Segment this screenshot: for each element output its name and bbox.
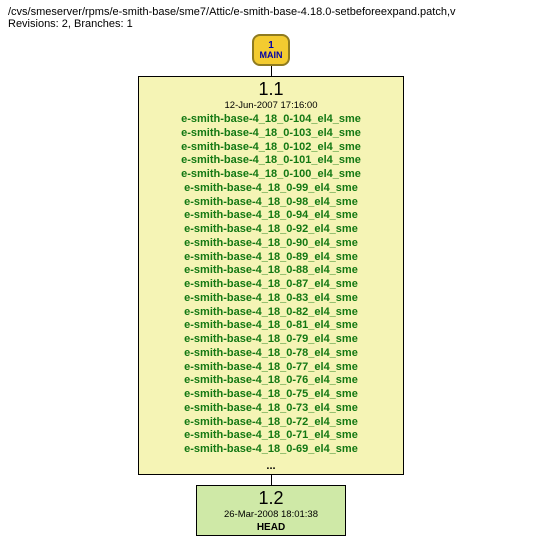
revision-tag: e-smith-base-4_18_0-75_el4_sme	[184, 388, 358, 402]
revision-tag: e-smith-base-4_18_0-87_el4_sme	[184, 278, 358, 292]
revision-tag: e-smith-base-4_18_0-81_el4_sme	[184, 319, 358, 333]
branch-number: 1	[268, 41, 274, 51]
revision-tag: e-smith-base-4_18_0-72_el4_sme	[184, 416, 358, 430]
tag-ellipsis: ...	[266, 460, 275, 472]
revision-tag: e-smith-base-4_18_0-103_el4_sme	[181, 127, 361, 141]
revision-tag: e-smith-base-4_18_0-100_el4_sme	[181, 168, 361, 182]
revision-tag: e-smith-base-4_18_0-69_el4_sme	[184, 443, 358, 457]
revision-tag: e-smith-base-4_18_0-88_el4_sme	[184, 264, 358, 278]
revision-date: 26-Mar-2008 18:01:38	[224, 509, 318, 520]
revision-tag: e-smith-base-4_18_0-71_el4_sme	[184, 429, 358, 443]
branch-label: MAIN	[260, 51, 283, 60]
branch-badge-main: 1 MAIN	[252, 34, 290, 66]
revision-tag: e-smith-base-4_18_0-104_el4_sme	[181, 113, 361, 127]
revision-version: 1.2	[258, 488, 283, 509]
revision-date: 12-Jun-2007 17:16:00	[225, 100, 318, 111]
revision-tag: e-smith-base-4_18_0-79_el4_sme	[184, 333, 358, 347]
revision-tag: e-smith-base-4_18_0-89_el4_sme	[184, 251, 358, 265]
revision-tag: e-smith-base-4_18_0-77_el4_sme	[184, 361, 358, 375]
revision-tag: e-smith-base-4_18_0-82_el4_sme	[184, 306, 358, 320]
revision-tag: e-smith-base-4_18_0-94_el4_sme	[184, 209, 358, 223]
revision-tag: e-smith-base-4_18_0-99_el4_sme	[184, 182, 358, 196]
revision-node-1-1[interactable]: 1.1 12-Jun-2007 17:16:00 e-smith-base-4_…	[138, 76, 404, 475]
revision-tag: e-smith-base-4_18_0-101_el4_sme	[181, 154, 361, 168]
revision-tag: e-smith-base-4_18_0-98_el4_sme	[184, 196, 358, 210]
revision-tag: e-smith-base-4_18_0-92_el4_sme	[184, 223, 358, 237]
revision-tag: e-smith-base-4_18_0-83_el4_sme	[184, 292, 358, 306]
revision-tag: e-smith-base-4_18_0-73_el4_sme	[184, 402, 358, 416]
revision-node-1-2[interactable]: 1.2 26-Mar-2008 18:01:38 HEAD	[196, 485, 346, 536]
revision-graph: 1 MAIN 1.1 12-Jun-2007 17:16:00 e-smith-…	[8, 34, 534, 536]
revision-tag: e-smith-base-4_18_0-102_el4_sme	[181, 141, 361, 155]
connector-line	[271, 475, 272, 485]
repo-path: /cvs/smeserver/rpms/e-smith-base/sme7/At…	[8, 6, 534, 18]
revision-version: 1.1	[258, 79, 283, 100]
repo-meta: Revisions: 2, Branches: 1	[8, 18, 534, 30]
connector-line	[271, 66, 272, 76]
revision-tag: e-smith-base-4_18_0-76_el4_sme	[184, 374, 358, 388]
tag-list: e-smith-base-4_18_0-104_el4_smee-smith-b…	[181, 113, 361, 457]
revision-head-label: HEAD	[257, 522, 285, 533]
revision-tag: e-smith-base-4_18_0-78_el4_sme	[184, 347, 358, 361]
revision-tag: e-smith-base-4_18_0-90_el4_sme	[184, 237, 358, 251]
